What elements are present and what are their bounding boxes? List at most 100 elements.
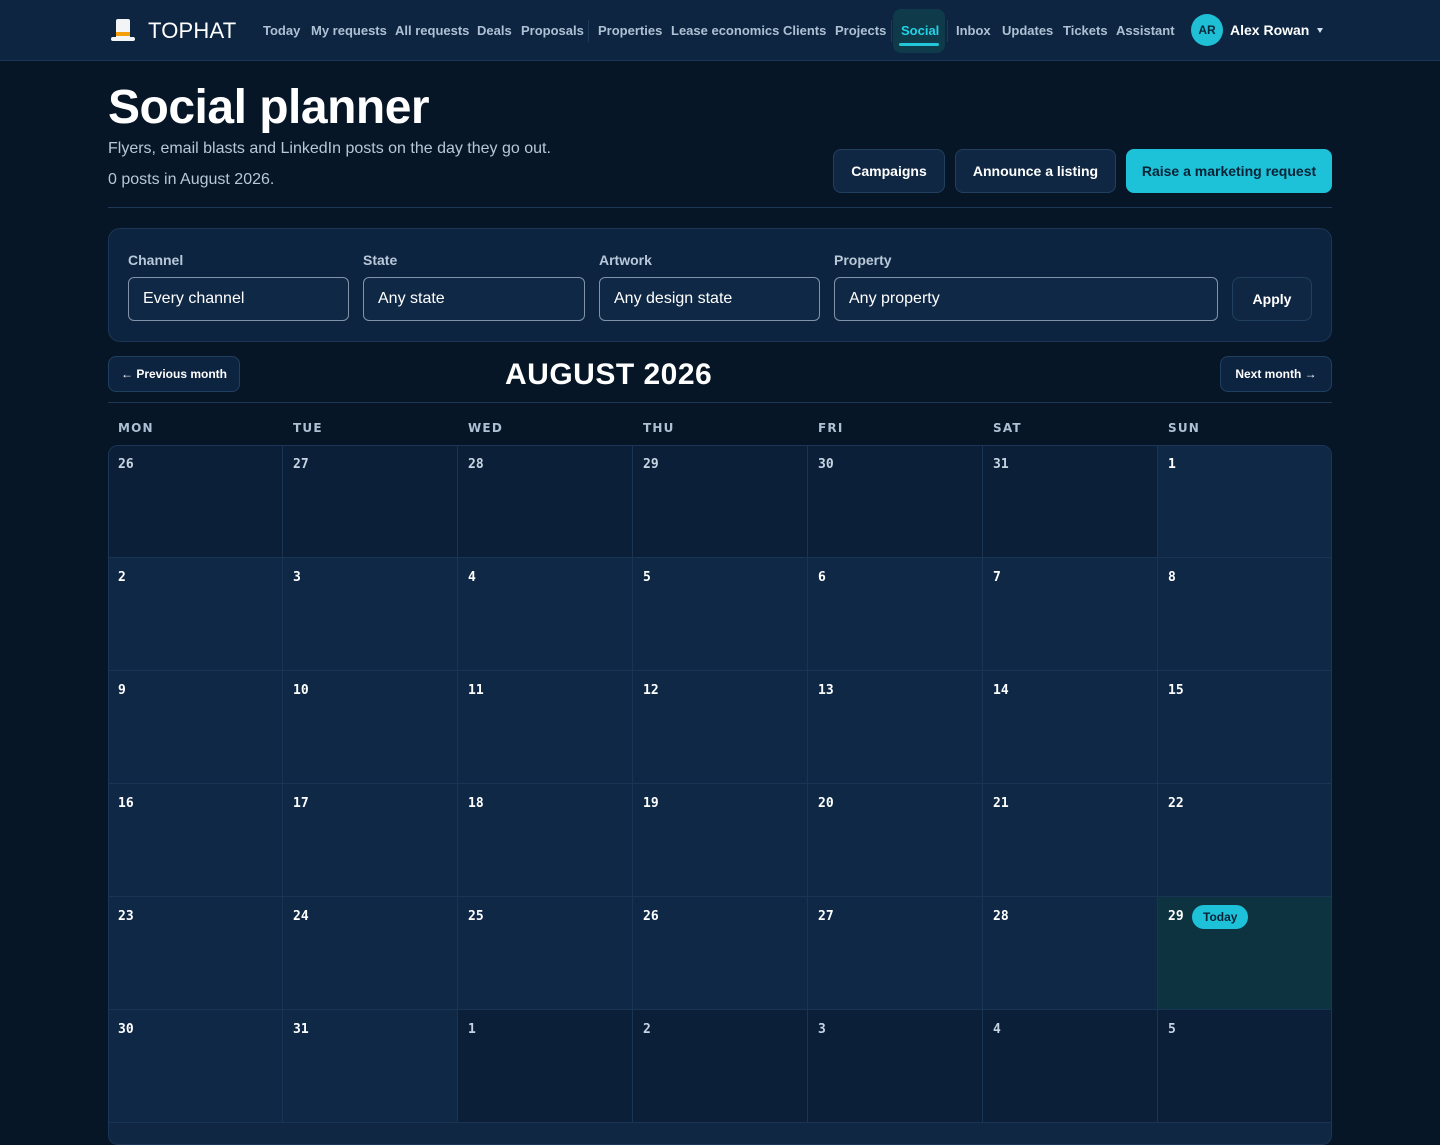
calendar-day[interactable]: 19 <box>633 784 808 897</box>
apply-filters-button[interactable]: Apply <box>1232 277 1312 321</box>
calendar-day[interactable]: 27 <box>808 897 983 1010</box>
calendar-day[interactable]: 31 <box>983 446 1158 558</box>
day-number: 4 <box>993 1022 1001 1037</box>
previous-month-button[interactable]: ← Previous month <box>108 356 240 392</box>
artwork-filter-label: Artwork <box>599 252 652 268</box>
calendar-day[interactable]: 28 <box>458 446 633 558</box>
next-month-button[interactable]: Next month → <box>1220 356 1332 392</box>
day-number: 11 <box>468 683 484 698</box>
calendar-day[interactable]: 8 <box>1158 558 1331 671</box>
announce-listing-button[interactable]: Announce a listing <box>955 149 1116 193</box>
state-select[interactable]: Any state <box>363 277 585 321</box>
day-number: 30 <box>118 1022 134 1037</box>
nav-item-projects[interactable]: Projects <box>835 21 886 41</box>
calendar-day[interactable]: 3 <box>808 1010 983 1123</box>
nav-item-all-requests[interactable]: All requests <box>395 21 469 41</box>
weekday-header: SUN <box>1168 421 1201 435</box>
calendar-day[interactable]: 11 <box>458 671 633 784</box>
calendar-day[interactable]: 18 <box>458 784 633 897</box>
calendar-day[interactable]: 4 <box>983 1010 1158 1123</box>
weekday-header: WED <box>468 421 503 435</box>
calendar-day[interactable]: 17 <box>283 784 458 897</box>
calendar-day[interactable]: 5 <box>1158 1010 1331 1123</box>
nav-item-assistant[interactable]: Assistant <box>1116 21 1175 41</box>
brand[interactable]: TOPHAT <box>110 17 236 45</box>
calendar-day[interactable]: 2 <box>633 1010 808 1123</box>
state-filter-label: State <box>363 252 398 268</box>
calendar-day[interactable]: 31 <box>283 1010 458 1123</box>
artwork-select[interactable]: Any design state <box>599 277 820 321</box>
nav-divider <box>947 20 948 42</box>
calendar-day[interactable]: 6 <box>808 558 983 671</box>
day-number: 22 <box>1168 796 1184 811</box>
nav-item-my-requests[interactable]: My requests <box>311 21 387 41</box>
calendar-day[interactable]: 1 <box>458 1010 633 1123</box>
user-menu[interactable]: AR Alex Rowan <box>1191 14 1324 46</box>
calendar-day[interactable]: 16 <box>109 784 283 897</box>
calendar-day[interactable]: 15 <box>1158 671 1331 784</box>
calendar-day[interactable]: 30 <box>808 446 983 558</box>
calendar-day[interactable]: 9 <box>109 671 283 784</box>
calendar-day[interactable]: 1 <box>1158 446 1331 558</box>
calendar-day[interactable]: 24 <box>283 897 458 1010</box>
calendar-day[interactable]: 2 <box>109 558 283 671</box>
chevron-down-icon <box>1317 27 1324 33</box>
day-number: 20 <box>818 796 834 811</box>
calendar-day[interactable]: 22 <box>1158 784 1331 897</box>
calendar-day[interactable]: 26 <box>633 897 808 1010</box>
avatar: AR <box>1191 14 1223 46</box>
calendar-grid: 26 27 28 29 30 31 1 2 3 4 5 6 7 8 9 10 11 12 13 14 15 16 17 18 1… <box>108 445 1332 1145</box>
day-number: 26 <box>643 909 659 924</box>
day-number: 14 <box>993 683 1009 698</box>
day-number: 15 <box>1168 683 1184 698</box>
day-number: 27 <box>293 457 309 472</box>
calendar-day[interactable]: 7 <box>983 558 1158 671</box>
calendar-day[interactable]: 25 <box>458 897 633 1010</box>
calendar-day[interactable]: 10 <box>283 671 458 784</box>
calendar-day[interactable]: 27 <box>283 446 458 558</box>
day-number: 31 <box>993 457 1009 472</box>
calendar-day[interactable]: 14 <box>983 671 1158 784</box>
channel-select[interactable]: Every channel <box>128 277 349 321</box>
nav-divider <box>588 20 589 42</box>
day-number: 8 <box>1168 570 1176 585</box>
weekday-header: FRI <box>818 421 844 435</box>
nav-item-properties[interactable]: Properties <box>598 21 662 41</box>
nav-item-inbox[interactable]: Inbox <box>956 21 991 41</box>
property-select[interactable]: Any property <box>834 277 1218 321</box>
day-number: 24 <box>293 909 309 924</box>
nav-item-updates[interactable]: Updates <box>1002 21 1053 41</box>
nav-item-tickets[interactable]: Tickets <box>1063 21 1108 41</box>
calendar-day[interactable]: 28 <box>983 897 1158 1010</box>
calendar-day[interactable]: 21 <box>983 784 1158 897</box>
calendar-day[interactable]: 26 <box>109 446 283 558</box>
calendar-day[interactable]: 12 <box>633 671 808 784</box>
day-number: 31 <box>293 1022 309 1037</box>
raise-marketing-request-button[interactable]: Raise a marketing request <box>1126 149 1332 193</box>
calendar-day[interactable]: 20 <box>808 784 983 897</box>
calendar-day-today[interactable]: 29 Today <box>1158 897 1331 1010</box>
day-number: 30 <box>818 457 834 472</box>
weekday-header: MON <box>118 421 154 435</box>
brand-name: TOPHAT <box>148 18 237 43</box>
calendar-day[interactable]: 3 <box>283 558 458 671</box>
weekday-header: SAT <box>993 421 1022 435</box>
nav-active-underline <box>899 43 939 46</box>
day-number: 1 <box>1168 457 1176 472</box>
nav-item-proposals[interactable]: Proposals <box>521 21 584 41</box>
nav-item-today[interactable]: Today <box>263 21 300 41</box>
nav-item-clients[interactable]: Clients <box>783 21 826 41</box>
calendar-day[interactable]: 5 <box>633 558 808 671</box>
nav-item-deals[interactable]: Deals <box>477 21 512 41</box>
day-number: 19 <box>643 796 659 811</box>
calendar-day[interactable]: 30 <box>109 1010 283 1123</box>
calendar-day[interactable]: 13 <box>808 671 983 784</box>
calendar-day[interactable]: 23 <box>109 897 283 1010</box>
day-number: 7 <box>993 570 1001 585</box>
nav-item-lease-economics[interactable]: Lease economics <box>671 21 779 41</box>
calendar-day[interactable]: 29 <box>633 446 808 558</box>
calendar-day[interactable]: 4 <box>458 558 633 671</box>
day-number: 29 <box>1168 909 1184 924</box>
nav-item-social[interactable]: Social <box>901 21 939 41</box>
campaigns-button[interactable]: Campaigns <box>833 149 945 193</box>
